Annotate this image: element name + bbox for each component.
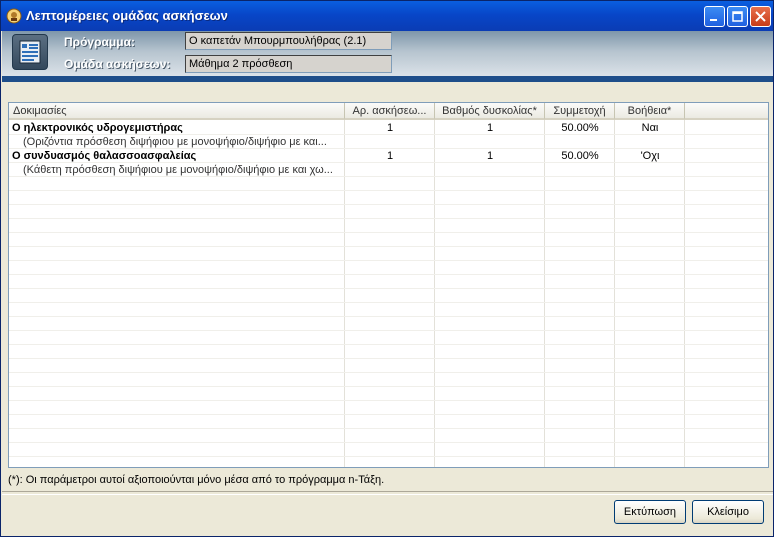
exercise-group-label: Ομάδα ασκήσεων: bbox=[64, 57, 171, 71]
footer-separator bbox=[2, 491, 773, 495]
exercise-group-field: Μάθημα 2 πρόσθεση bbox=[185, 55, 392, 73]
tests-table[interactable]: Δοκιμασίες Αρ. ασκήσεω... Βαθμός δυσκολί… bbox=[8, 102, 769, 468]
program-label: Πρόγραμμα: bbox=[64, 35, 135, 49]
column-header-filler bbox=[685, 103, 768, 120]
table-row-exercises: 1 bbox=[386, 150, 394, 162]
table-row-description: (Οριζόντια πρόσθεση διψήφιου με μονοψήφι… bbox=[23, 136, 327, 148]
table-row-description: (Κάθετη πρόσθεση διψήφιου με μονοψήφιο/δ… bbox=[23, 164, 333, 176]
table-row-name[interactable]: Ο συνδυασμός θαλασσοασφαλείας bbox=[12, 150, 342, 162]
table-row-difficulty: 1 bbox=[486, 150, 494, 162]
column-header-difficulty[interactable]: Βαθμός δυσκολίας* bbox=[435, 103, 545, 120]
table-row-difficulty: 1 bbox=[486, 122, 494, 134]
column-header-help[interactable]: Βοήθεια* bbox=[615, 103, 685, 120]
column-header-participation[interactable]: Συμμετοχή bbox=[545, 103, 615, 120]
header-divider bbox=[2, 76, 773, 82]
table-row-name[interactable]: Ο ηλεκτρονικός υδρογεμιστήρας bbox=[12, 122, 342, 134]
column-header-exercise-count[interactable]: Αρ. ασκήσεω... bbox=[345, 103, 435, 120]
table-row-participation: 50.00% bbox=[561, 122, 599, 134]
maximize-button[interactable] bbox=[727, 6, 748, 27]
table-row-participation: 50.00% bbox=[561, 150, 599, 162]
window-title: Λεπτομέρειες ομάδας ασκήσεων bbox=[26, 8, 228, 23]
minimize-button[interactable] bbox=[704, 6, 725, 27]
close-window-button[interactable] bbox=[750, 6, 771, 27]
program-field: Ο καπετάν Μπουρμπουλήθρας (2.1) bbox=[185, 32, 392, 50]
dialog-window: Λεπτομέρειες ομάδας ασκήσεων Πρόγραμμα: … bbox=[0, 0, 774, 537]
table-row-help: 'Οχι bbox=[640, 150, 660, 162]
app-icon bbox=[6, 8, 22, 24]
column-header-tests[interactable]: Δοκιμασίες bbox=[9, 103, 345, 120]
close-button[interactable]: Κλείσιμο bbox=[692, 500, 764, 524]
table-row-exercises: 1 bbox=[386, 122, 394, 134]
print-button[interactable]: Εκτύπωση bbox=[614, 500, 686, 524]
footnote: (*): Οι παράμετροι αυτοί αξιοποιούνται μ… bbox=[8, 474, 385, 486]
program-icon bbox=[12, 34, 48, 70]
table-row-help: Ναι bbox=[641, 122, 659, 134]
title-bar[interactable]: Λεπτομέρειες ομάδας ασκήσεων bbox=[1, 1, 773, 31]
